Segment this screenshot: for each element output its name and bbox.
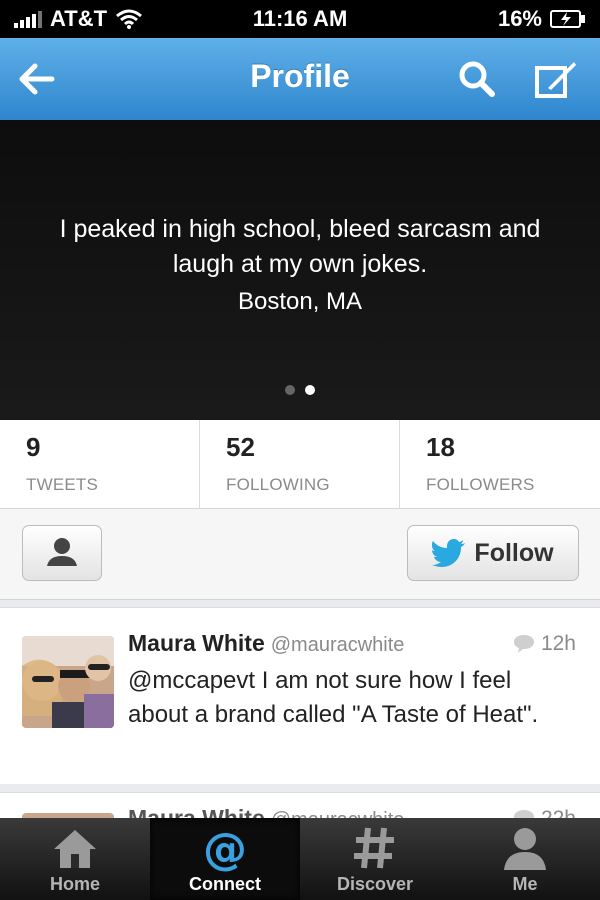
search-button[interactable] — [456, 58, 498, 100]
stat-label: FOLLOWING — [226, 475, 330, 494]
follow-button[interactable]: Follow — [407, 525, 579, 581]
battery-percent: 16% — [497, 6, 542, 31]
person-icon — [504, 828, 546, 870]
stat-label: TWEETS — [26, 475, 99, 494]
profile-header: I peaked in high school, bleed sarcasm a… — [0, 120, 600, 420]
home-icon — [54, 830, 96, 868]
tweet-time: 12h — [540, 632, 576, 655]
tab-bar: Home @ Connect Discover Me — [0, 818, 600, 900]
tab-label: Connect — [189, 874, 261, 894]
tab-home[interactable]: Home — [0, 818, 150, 900]
page-dot — [285, 385, 295, 395]
tab-label: Discover — [336, 874, 414, 894]
hash-icon — [354, 827, 394, 869]
stat-value: 52 — [226, 432, 255, 462]
stat-tweets[interactable]: 9 TWEETS — [0, 420, 200, 508]
tweet-text: @mccapevt I am not sure how I feel about… — [128, 667, 539, 728]
profile-bio: I peaked in high school, bleed sarcasm a… — [59, 215, 541, 278]
tab-me[interactable]: Me — [450, 818, 600, 900]
profile-location: Boston, MA — [237, 288, 363, 315]
status-bar: AT&T 11:16 AM 16% — [0, 0, 600, 38]
stat-label: FOLLOWERS — [426, 475, 535, 494]
tab-discover[interactable]: Discover — [300, 818, 450, 900]
compose-button[interactable] — [534, 58, 576, 100]
tweet-timestamp: 12h — [513, 632, 576, 656]
stat-following[interactable]: 52 FOLLOWING — [200, 420, 400, 508]
page-title: Profile — [250, 58, 350, 94]
tab-label: Home — [49, 874, 100, 894]
search-icon — [459, 61, 495, 97]
tweet-author[interactable]: Maura White@mauracwhite — [128, 630, 404, 657]
battery-icon — [550, 10, 585, 28]
stat-value: 18 — [426, 432, 455, 462]
tab-connect[interactable]: @ Connect — [150, 818, 300, 900]
avatar[interactable] — [22, 636, 114, 728]
twitter-bird-icon — [432, 539, 466, 567]
stat-value: 9 — [26, 432, 41, 462]
tweet-item[interactable]: Maura White @mauracwhite 12h @mccapevt I … — [0, 607, 600, 784]
author-handle: @mauracwhite — [270, 634, 405, 656]
author-name: Maura White — [128, 630, 265, 656]
profile-stats: 9 TWEETS 52 FOLLOWING 18 FOLLOWERS — [0, 420, 600, 509]
page-indicator[interactable] — [0, 385, 600, 395]
speech-bubble-icon — [513, 635, 534, 653]
profile-actions: Follow — [0, 509, 600, 600]
follow-label: Follow — [474, 538, 554, 567]
at-icon: @ — [203, 824, 247, 872]
stat-followers[interactable]: 18 FOLLOWERS — [400, 420, 600, 508]
svg-text:@: @ — [203, 824, 247, 872]
tab-label: Me — [512, 874, 538, 894]
nav-bar: Profile — [0, 38, 600, 121]
user-options-button[interactable] — [22, 525, 102, 581]
person-icon — [47, 538, 77, 566]
compose-icon — [535, 62, 576, 98]
page-dot-active — [305, 385, 315, 395]
